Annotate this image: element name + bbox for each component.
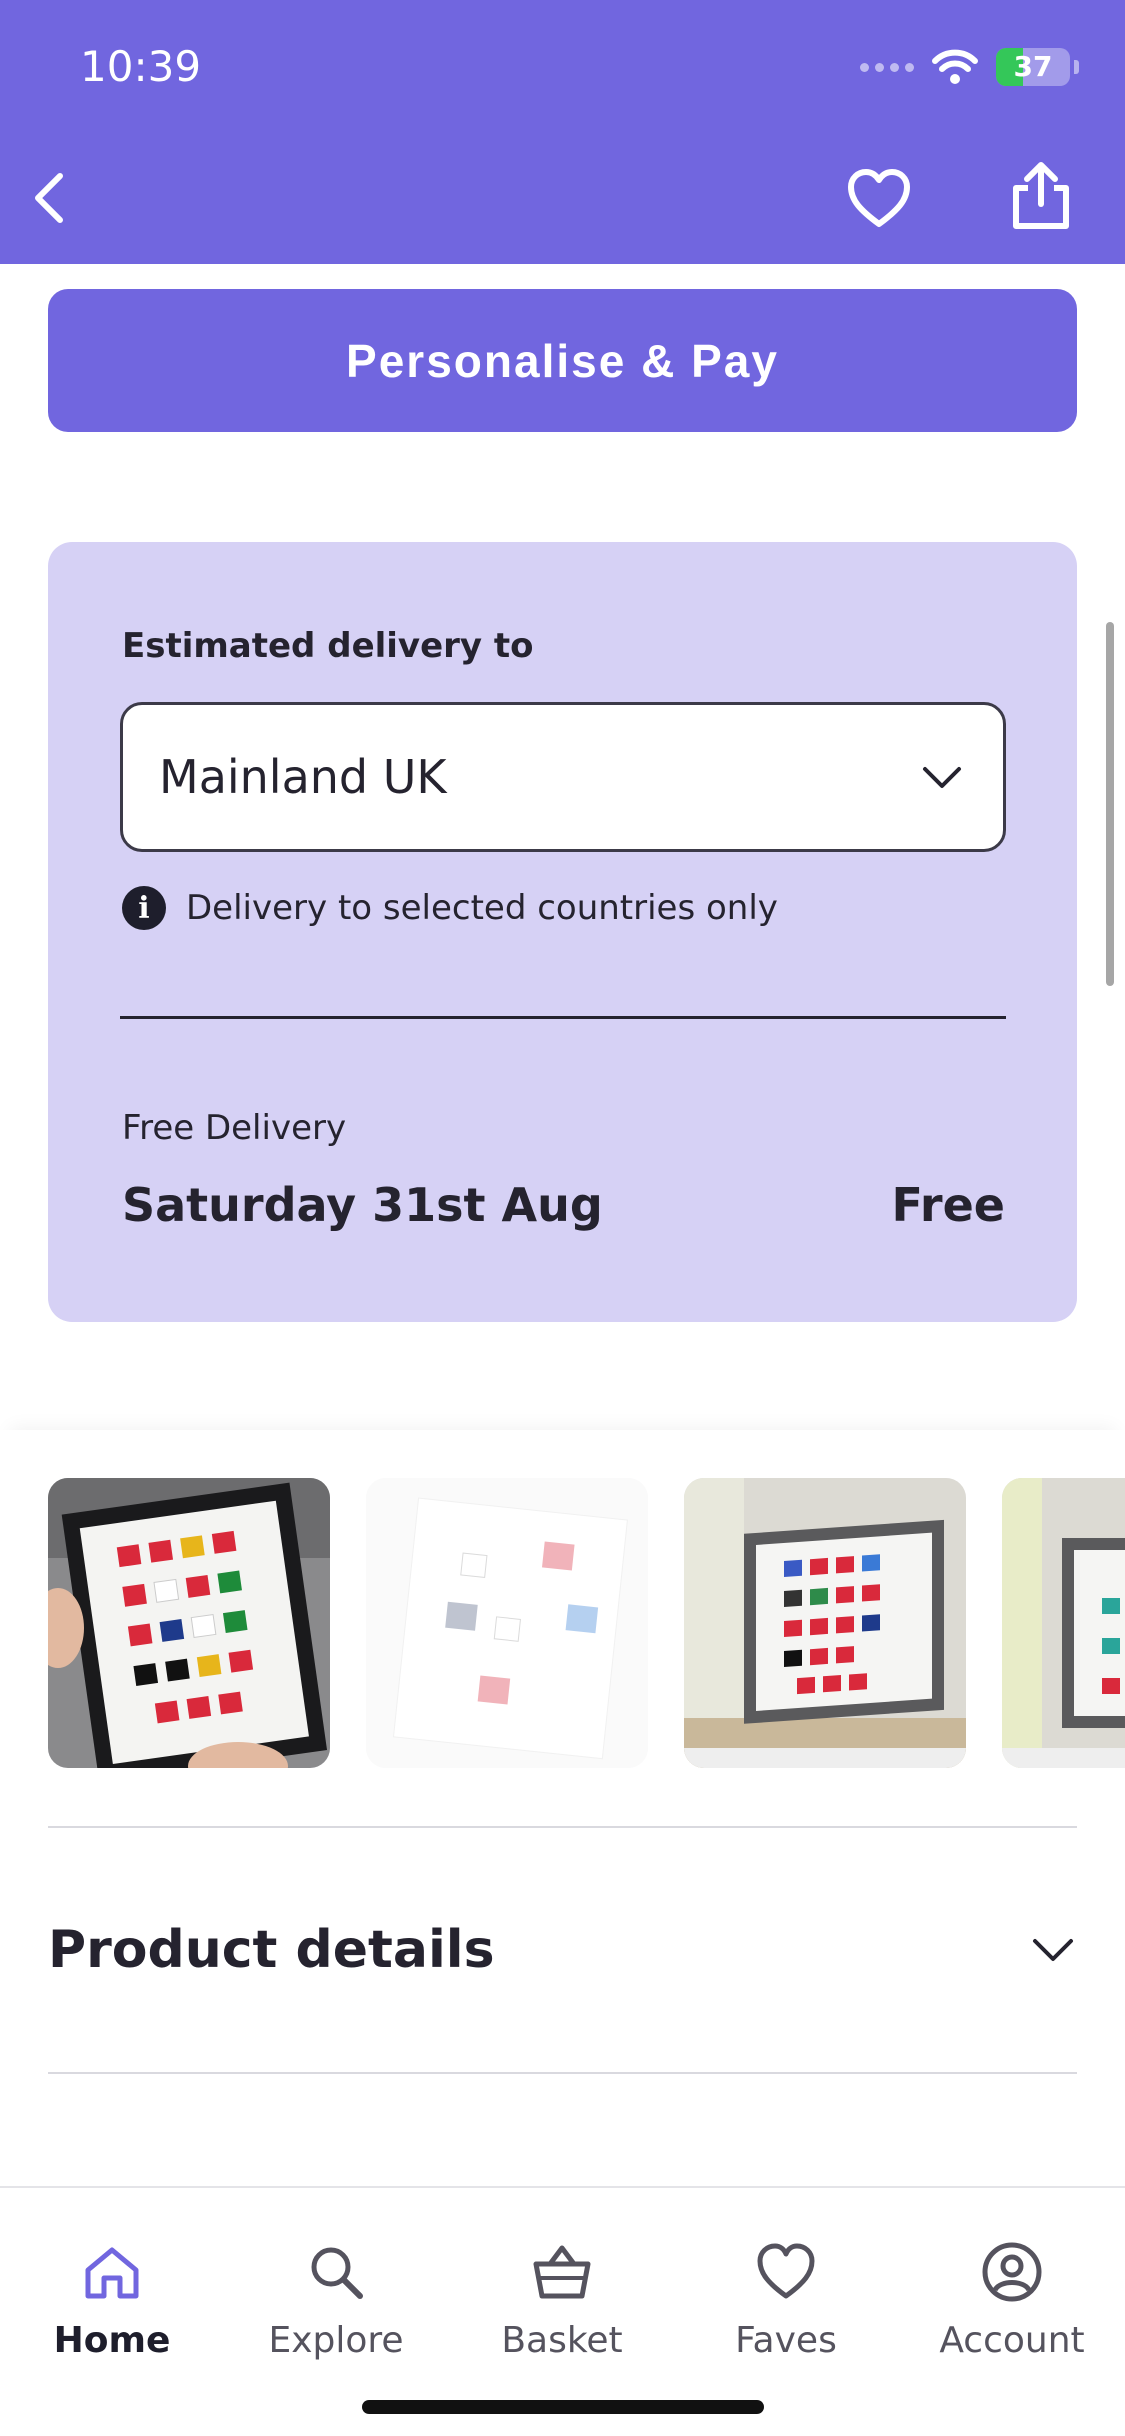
share-button[interactable]	[1008, 160, 1074, 232]
gallery-thumbnail-3[interactable]	[684, 1478, 966, 1768]
tab-label: Home	[53, 2320, 171, 2361]
tab-account[interactable]: Account	[912, 2240, 1112, 2361]
chevron-down-icon	[1033, 1939, 1073, 1961]
app-header: 10:39 37	[0, 0, 1125, 264]
wifi-icon	[932, 49, 978, 84]
tab-label: Account	[939, 2320, 1085, 2361]
tab-basket[interactable]: Basket	[462, 2240, 662, 2361]
search-icon	[311, 2247, 363, 2299]
product-details-title: Product details	[48, 1920, 495, 1980]
cellular-signal-icon	[860, 62, 914, 72]
delivery-card: Estimated delivery to Mainland UK i Deli…	[48, 542, 1077, 1322]
tab-home[interactable]: Home	[12, 2240, 212, 2361]
battery-tip	[1074, 60, 1079, 74]
home-icon	[85, 2247, 139, 2299]
personalise-pay-button[interactable]: Personalise & Pay	[48, 289, 1077, 432]
tab-label: Basket	[501, 2320, 623, 2361]
divider	[48, 1826, 1077, 1828]
gallery-thumbnail-2[interactable]	[366, 1478, 648, 1768]
delivery-price: Free	[891, 1178, 1005, 1232]
gallery-thumbnail-1[interactable]	[48, 1478, 330, 1768]
basket-icon	[533, 2245, 591, 2299]
tab-label: Explore	[268, 2320, 404, 2361]
battery-percent: 37	[1013, 50, 1053, 83]
scrollbar[interactable]	[1106, 622, 1114, 986]
selected-region-value: Mainland UK	[159, 750, 447, 804]
chevron-down-icon	[923, 767, 961, 788]
tab-faves[interactable]: Faves	[686, 2240, 886, 2361]
bottom-tab-bar: Home Explore Basket Faves Account	[0, 2186, 1125, 2436]
tab-label: Faves	[735, 2320, 837, 2361]
status-time: 10:39	[80, 42, 202, 91]
divider	[120, 1016, 1006, 1019]
battery-icon: 37	[996, 48, 1070, 86]
favourite-button[interactable]	[846, 166, 912, 232]
tab-explore[interactable]: Explore	[236, 2240, 436, 2361]
back-button[interactable]	[22, 168, 82, 228]
status-indicators: 37	[860, 48, 1079, 86]
info-icon: i	[122, 886, 166, 930]
delivery-info-note: i Delivery to selected countries only	[122, 886, 778, 930]
delivery-option-label: Free Delivery	[122, 1108, 347, 1148]
image-gallery[interactable]	[0, 1430, 1125, 1800]
delivery-date: Saturday 31st Aug	[122, 1178, 603, 1232]
home-indicator[interactable]	[362, 2400, 764, 2414]
account-icon	[982, 2242, 1042, 2302]
divider	[48, 2072, 1077, 2074]
delivery-region-select[interactable]: Mainland UK	[120, 702, 1006, 852]
product-details-accordion[interactable]: Product details	[48, 1880, 1077, 2020]
heart-icon	[757, 2243, 815, 2299]
gallery-thumbnail-4[interactable]	[1002, 1478, 1125, 1768]
info-note-text: Delivery to selected countries only	[186, 888, 778, 928]
estimated-delivery-label: Estimated delivery to	[122, 626, 534, 666]
